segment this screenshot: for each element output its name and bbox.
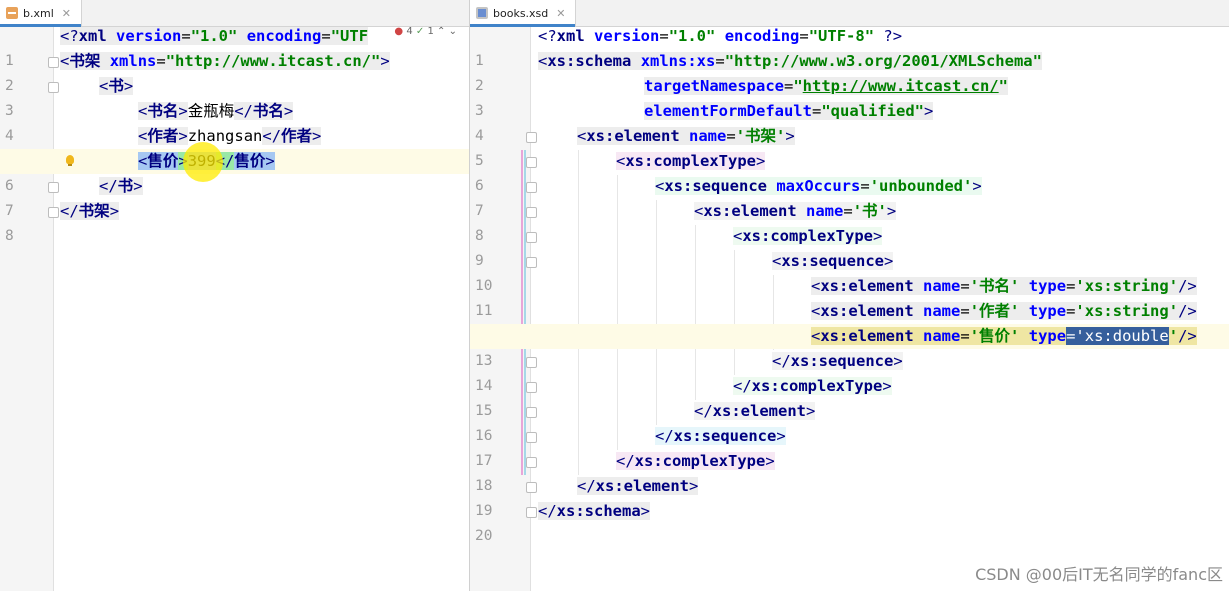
code-line[interactable]: 8 <xs:element name='书'> <box>470 199 1229 244</box>
fold-marker-icon[interactable] <box>48 207 59 218</box>
code-text: <xs:element name='书名' type='xs:string'/> <box>811 277 1197 295</box>
code-line[interactable]: 5 <作者>zhangsan</作者> <box>0 124 469 169</box>
code-line[interactable]: 12 <xs:element name='作者' type='xs:string… <box>470 299 1229 344</box>
fold-marker-icon[interactable] <box>526 207 537 218</box>
code-line[interactable]: 14 </xs:sequence> <box>470 349 1229 394</box>
fold-marker-icon[interactable] <box>526 407 537 418</box>
code-line[interactable]: 16 </xs:element> <box>470 399 1229 444</box>
line-number: 20 <box>475 528 493 544</box>
code-text: <xs:element name='书'> <box>694 202 897 220</box>
code-text: </xs:complexType> <box>733 377 892 395</box>
xml-file-icon <box>6 7 18 19</box>
fold-marker-icon[interactable] <box>526 157 537 168</box>
fold-marker-icon[interactable] <box>48 182 59 193</box>
code-text: </xs:complexType> <box>616 452 775 470</box>
code-line[interactable]: 2 <书架 xmlns="http://www.itcast.cn/"> <box>0 49 469 94</box>
close-tab-icon[interactable]: ✕ <box>556 7 565 20</box>
code-text: <书架 xmlns="http://www.itcast.cn/"> <box>60 52 390 70</box>
code-text: <xs:element name='书架'> <box>577 127 795 145</box>
fold-marker-icon[interactable] <box>48 82 59 93</box>
code-text: <xs:schema xmlns:xs="http://www.w3.org/2… <box>538 52 1042 70</box>
code-line[interactable]: 9 <xs:complexType> <box>470 224 1229 269</box>
tab-title: b.xml <box>23 6 54 20</box>
code-text: <xs:element name='售价' type='xs:double'/> <box>811 327 1197 345</box>
right-tab-bar: books.xsd ✕ <box>470 0 1229 27</box>
code-text: <xs:element name='作者' type='xs:string'/> <box>811 302 1197 320</box>
code-line[interactable]: 17 </xs:sequence> <box>470 424 1229 469</box>
code-line[interactable]: 7 </书> <box>0 174 469 219</box>
code-text: targetNamespace="http://www.itcast.cn/" <box>644 77 1008 95</box>
code-line[interactable]: 18 </xs:complexType> <box>470 449 1229 494</box>
code-text: elementFormDefault="qualified"> <box>644 102 934 120</box>
code-line[interactable]: 3 targetNamespace="http://www.itcast.cn/… <box>470 74 1229 119</box>
mouse-cursor-highlight <box>183 142 223 182</box>
code-line[interactable]: 6 <xs:complexType> <box>470 149 1229 194</box>
intention-bulb-icon[interactable] <box>66 155 74 166</box>
fold-marker-icon[interactable] <box>526 232 537 243</box>
tab-books-xsd[interactable]: books.xsd ✕ <box>470 0 577 27</box>
fold-marker-icon[interactable] <box>526 457 537 468</box>
fold-marker-icon[interactable] <box>526 382 537 393</box>
fold-marker-icon[interactable] <box>526 432 537 443</box>
code-line[interactable]: 11 <xs:element name='书名' type='xs:string… <box>470 274 1229 319</box>
code-text: </xs:element> <box>577 477 699 495</box>
left-tab-bar: b.xml ✕ <box>0 0 469 27</box>
code-text: </书> <box>99 177 143 195</box>
fold-marker-icon[interactable] <box>526 257 537 268</box>
line-number: 8 <box>5 228 14 244</box>
code-text: </xs:schema> <box>538 502 651 520</box>
fold-marker-icon[interactable] <box>48 57 59 68</box>
code-text: <作者>zhangsan</作者> <box>138 127 322 145</box>
fold-marker-icon[interactable] <box>526 507 537 518</box>
code-line[interactable]: 1 <?xml version="1.0" encoding="UTF-8" ?… <box>470 24 1229 69</box>
tab-title: books.xsd <box>493 6 549 20</box>
code-text: </书架> <box>60 202 120 220</box>
code-line[interactable]: 1 <?xml version="1.0" encoding="UTF <box>0 24 469 69</box>
watermark: CSDN @00后IT无名同学的fanc区 <box>975 565 1223 584</box>
code-line[interactable]: 4 <书名>金瓶梅</书名> <box>0 99 469 144</box>
code-line[interactable]: 8 </书架> <box>0 199 469 244</box>
code-line-current[interactable]: 13 <xs:element name='售价' type='xs:double… <box>470 324 1229 369</box>
code-line[interactable]: 4 elementFormDefault="qualified"> <box>470 99 1229 144</box>
code-line[interactable]: 2 <xs:schema xmlns:xs="http://www.w3.org… <box>470 49 1229 94</box>
xsd-file-icon <box>476 7 488 19</box>
code-text: <?xml version="1.0" encoding="UTF <box>60 27 369 45</box>
code-text: </xs:sequence> <box>655 427 786 445</box>
close-tab-icon[interactable]: ✕ <box>62 7 71 20</box>
code-line[interactable]: 20 </xs:schema> <box>470 499 1229 544</box>
editor-pane-books-xsd[interactable]: books.xsd ✕ 1 <?xml version="1.0" encodi… <box>470 0 1229 591</box>
code-text: <?xml version="1.0" encoding="UTF-8" ?> <box>538 27 903 45</box>
editor-pane-b-xml[interactable]: b.xml ✕ ● 4 ✓ 1 ⌃ ⌄ 1 <?xml version="1.0… <box>0 0 469 591</box>
selected-text[interactable]: ='xs:double <box>1066 327 1169 345</box>
code-line[interactable]: 19 </xs:element> <box>470 474 1229 519</box>
fold-marker-icon[interactable] <box>526 182 537 193</box>
code-text: <书> <box>99 77 134 95</box>
fold-marker-icon[interactable] <box>526 482 537 493</box>
fold-marker-icon[interactable] <box>526 132 537 143</box>
code-line[interactable]: 5 <xs:element name='书架'> <box>470 124 1229 169</box>
code-line-current[interactable]: 6 <售价>399</售价> <box>0 149 469 194</box>
code-text: <xs:sequence> <box>772 252 894 270</box>
code-text: <xs:complexType> <box>616 152 766 170</box>
code-line[interactable]: 10 <xs:sequence> <box>470 249 1229 294</box>
code-text: <书名>金瓶梅</书名> <box>138 102 294 120</box>
tab-b-xml[interactable]: b.xml ✕ <box>0 0 82 27</box>
code-text: </xs:element> <box>694 402 816 420</box>
fold-marker-icon[interactable] <box>526 357 537 368</box>
code-line[interactable]: 3 <书> <box>0 74 469 119</box>
code-text: <xs:complexType> <box>733 227 883 245</box>
code-line[interactable]: 15 </xs:complexType> <box>470 374 1229 419</box>
code-line[interactable]: 7 <xs:sequence maxOccurs='unbounded'> <box>470 174 1229 219</box>
code-text: </xs:sequence> <box>772 352 903 370</box>
code-text: <xs:sequence maxOccurs='unbounded'> <box>655 177 982 195</box>
